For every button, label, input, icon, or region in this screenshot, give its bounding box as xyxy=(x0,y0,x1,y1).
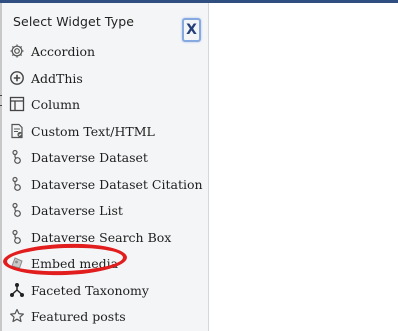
widget-label: AddThis xyxy=(31,71,83,86)
widget-label: Dataverse Dataset xyxy=(31,150,148,165)
widget-item-accordion[interactable]: Accordion xyxy=(2,39,209,65)
widget-item-dataverse-dataset-citation[interactable]: Dataverse Dataset Citation xyxy=(2,172,209,198)
widget-label: Accordion xyxy=(31,44,96,59)
custom-html-icon xyxy=(9,123,25,139)
widget-label: Custom Text/HTML xyxy=(31,124,155,139)
star-icon xyxy=(9,308,25,324)
widget-item-embed-media[interactable]: Embed media xyxy=(2,251,209,277)
widget-label: Dataverse List xyxy=(31,203,123,218)
widget-item-dataverse-list[interactable]: Dataverse List xyxy=(2,198,209,224)
widget-label: Embed media xyxy=(31,256,119,271)
widget-type-panel: Select Widget Type X Accordion AddThis C… xyxy=(2,3,209,331)
widget-list: Accordion AddThis Column Custom Text/HTM… xyxy=(2,3,209,331)
widget-item-featured-posts[interactable]: Featured posts xyxy=(2,304,209,330)
dataverse-node-icon xyxy=(9,149,25,165)
page: Select Widget Type X Accordion AddThis C… xyxy=(0,0,398,331)
widget-label: Column xyxy=(31,97,81,112)
widget-item-dataverse-dataset[interactable]: Dataverse Dataset xyxy=(2,145,209,171)
dataverse-node-icon xyxy=(9,229,25,245)
widget-item-custom-text-html[interactable]: Custom Text/HTML xyxy=(2,119,209,145)
column-layout-icon xyxy=(9,96,25,112)
widget-label: Dataverse Search Box xyxy=(31,230,172,245)
embed-media-icon xyxy=(9,255,25,271)
add-circle-icon xyxy=(9,70,25,86)
widget-label: Dataverse Dataset Citation xyxy=(31,177,203,192)
dataverse-node-icon xyxy=(9,202,25,218)
widget-label: Faceted Taxonomy xyxy=(31,283,149,298)
widget-item-addthis[interactable]: AddThis xyxy=(2,66,209,92)
widget-item-faceted-taxonomy[interactable]: Faceted Taxonomy xyxy=(2,278,209,304)
taxonomy-icon xyxy=(9,282,25,298)
dataverse-node-icon xyxy=(9,176,25,192)
widget-item-column[interactable]: Column xyxy=(2,92,209,118)
widget-label: Featured posts xyxy=(31,309,126,324)
gear-icon xyxy=(9,43,25,59)
widget-item-dataverse-search-box[interactable]: Dataverse Search Box xyxy=(2,225,209,251)
